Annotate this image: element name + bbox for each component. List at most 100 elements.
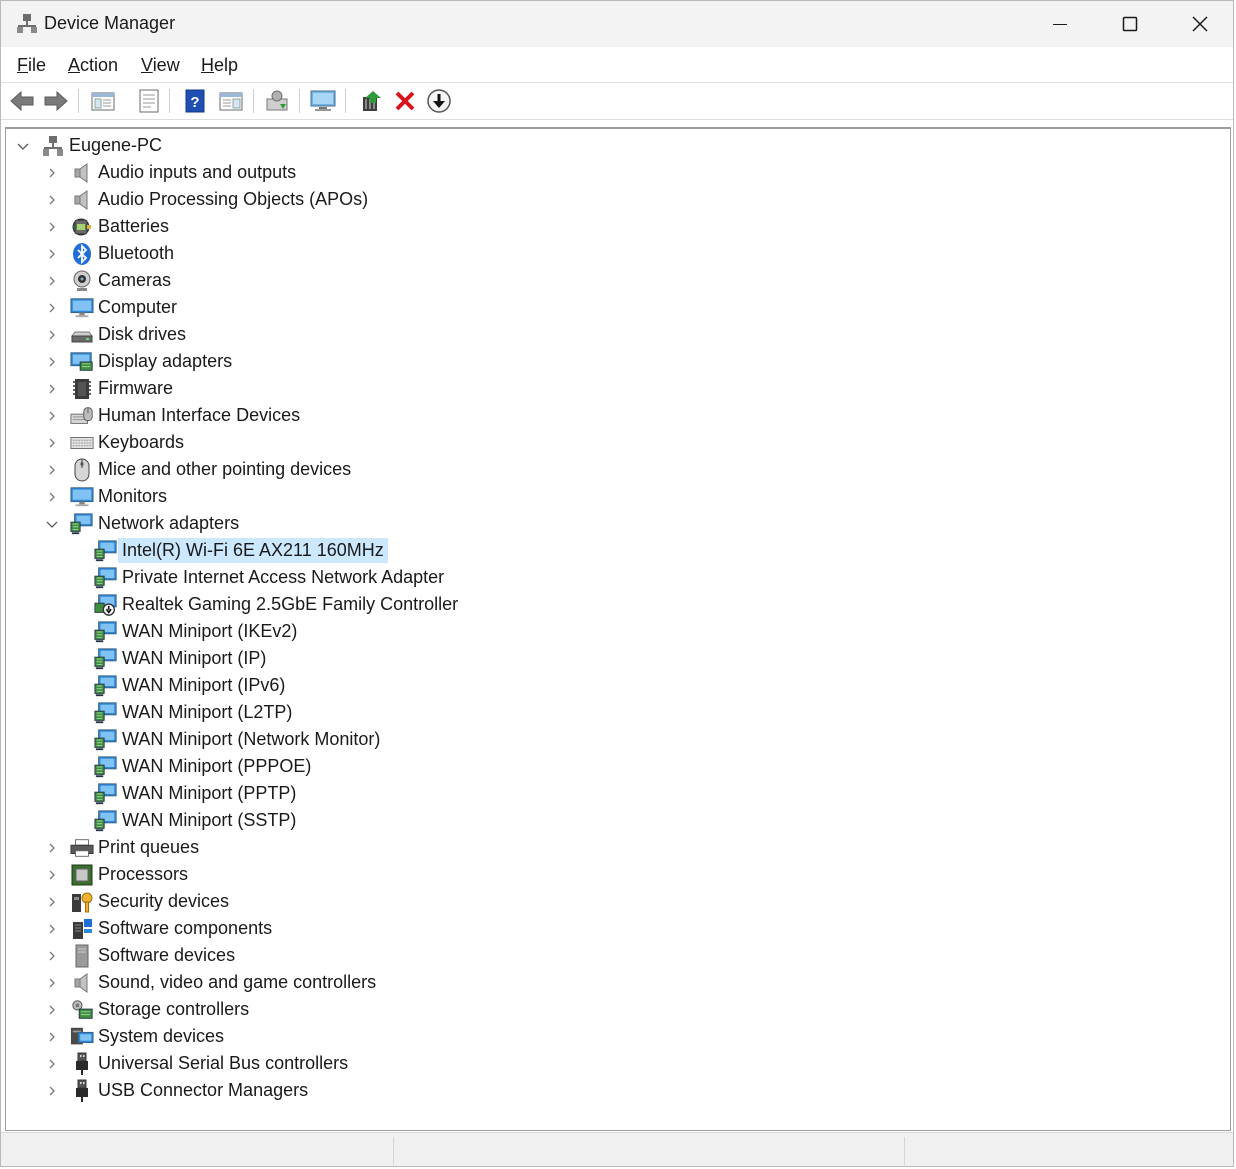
forward-button[interactable] — [42, 87, 70, 115]
show-hide-console-tree-button[interactable] — [89, 87, 117, 115]
tree-category-disk-drives[interactable]: Disk drives — [45, 321, 190, 348]
chevron-right-icon — [49, 492, 55, 501]
tree-category-display-adapters[interactable]: Display adapters — [45, 348, 236, 375]
scan-hardware-changes-button[interactable] — [263, 87, 291, 115]
tree-category-print-queues[interactable]: Print queues — [45, 834, 203, 861]
tree-device-item[interactable]: WAN Miniport (IPv6) — [94, 672, 289, 699]
tree-category-universal-serial-bus-controllers[interactable]: Universal Serial Bus controllers — [45, 1050, 352, 1077]
expand-toggle[interactable] — [45, 949, 59, 963]
expand-toggle[interactable] — [45, 247, 59, 261]
tree-category-storage-controllers[interactable]: Storage controllers — [45, 996, 253, 1023]
expand-toggle[interactable] — [45, 490, 59, 504]
tree-category-audio-inputs-and-outputs[interactable]: Audio inputs and outputs — [45, 159, 300, 186]
tree-device-item[interactable]: WAN Miniport (SSTP) — [94, 807, 300, 834]
tree-category-software-components[interactable]: Software components — [45, 915, 276, 942]
tree-category-audio-processing-objects-apos[interactable]: Audio Processing Objects (APOs) — [45, 186, 372, 213]
maximize-button[interactable] — [1095, 1, 1165, 47]
collapse-toggle[interactable] — [16, 139, 30, 153]
chevron-right-icon — [49, 897, 55, 906]
chevron-right-icon — [49, 978, 55, 987]
tree-category-firmware[interactable]: Firmware — [45, 375, 177, 402]
tree-device-item[interactable]: WAN Miniport (PPTP) — [94, 780, 300, 807]
expand-toggle[interactable] — [45, 274, 59, 288]
menu-view[interactable]: View — [141, 55, 180, 76]
tree-category-usb-connector-managers[interactable]: USB Connector Managers — [45, 1077, 312, 1104]
tree-category-processors[interactable]: Processors — [45, 861, 192, 888]
tree-category-security-devices[interactable]: Security devices — [45, 888, 233, 915]
expand-toggle[interactable] — [45, 895, 59, 909]
tree-category-network-adapters[interactable]: Network adapters — [45, 510, 243, 537]
tree-device-item[interactable]: Private Internet Access Network Adapter — [94, 564, 448, 591]
monitor-button[interactable] — [309, 87, 337, 115]
expand-toggle[interactable] — [45, 382, 59, 396]
expand-toggle[interactable] — [45, 166, 59, 180]
tree-category-computer[interactable]: Computer — [45, 294, 181, 321]
collapse-toggle[interactable] — [45, 517, 59, 531]
device-tree-pane[interactable]: Eugene-PC Audio inputs and outputs Audio P… — [5, 127, 1231, 1131]
properties-button[interactable] — [135, 87, 163, 115]
chevron-right-icon — [49, 357, 55, 366]
tree-device-item[interactable]: WAN Miniport (IKEv2) — [94, 618, 301, 645]
tree-category-bluetooth[interactable]: Bluetooth — [45, 240, 178, 267]
update-driver-button[interactable] — [357, 87, 385, 115]
expand-toggle[interactable] — [45, 841, 59, 855]
tree-item-label: Human Interface Devices — [98, 405, 301, 425]
expand-toggle[interactable] — [45, 193, 59, 207]
network-adapter-icon — [70, 512, 94, 536]
expand-toggle[interactable] — [45, 436, 59, 450]
tree-category-human-interface-devices[interactable]: Human Interface Devices — [45, 402, 304, 429]
title-bar[interactable]: Device Manager — [1, 1, 1233, 47]
close-button[interactable] — [1165, 1, 1233, 47]
expand-toggle[interactable] — [45, 1084, 59, 1098]
expand-toggle[interactable] — [45, 328, 59, 342]
tree-device-item[interactable]: WAN Miniport (PPPOE) — [94, 753, 315, 780]
toolbar-separator — [169, 89, 170, 113]
software-component-icon — [70, 917, 94, 941]
tree-category-monitors[interactable]: Monitors — [45, 483, 171, 510]
tree-item-label: Storage controllers — [98, 999, 250, 1019]
expand-toggle[interactable] — [45, 868, 59, 882]
expand-toggle[interactable] — [45, 355, 59, 369]
action-pane-button[interactable] — [217, 87, 245, 115]
uninstall-device-button[interactable] — [391, 87, 419, 115]
expand-toggle[interactable] — [45, 1030, 59, 1044]
disable-device-button[interactable] — [425, 87, 453, 115]
tree-item-label: Private Internet Access Network Adapter — [122, 567, 445, 587]
expand-toggle[interactable] — [45, 463, 59, 477]
processor-icon — [70, 863, 94, 887]
tree-category-mice-and-other-pointing-devices[interactable]: Mice and other pointing devices — [45, 456, 355, 483]
update-driver-icon — [363, 91, 381, 111]
expand-toggle[interactable] — [45, 1057, 59, 1071]
menu-file[interactable]: File — [17, 55, 46, 76]
device-manager-window: Device Manager File Action View Help ? E… — [0, 0, 1234, 1167]
expand-toggle[interactable] — [45, 409, 59, 423]
tree-item-label: Security devices — [98, 891, 230, 911]
tree-device-item[interactable]: Intel(R) Wi-Fi 6E AX211 160MHz — [94, 537, 388, 564]
tree-device-item[interactable]: WAN Miniport (L2TP) — [94, 699, 296, 726]
arrow-left-icon — [10, 90, 34, 112]
expand-toggle[interactable] — [45, 220, 59, 234]
tree-device-item[interactable]: WAN Miniport (IP) — [94, 645, 270, 672]
tree-category-cameras[interactable]: Cameras — [45, 267, 175, 294]
window-title: Device Manager — [44, 13, 176, 33]
tree-category-batteries[interactable]: Batteries — [45, 213, 173, 240]
expand-toggle[interactable] — [45, 976, 59, 990]
scan-hardware-icon — [266, 90, 288, 111]
tree-root-computer[interactable]: Eugene-PC — [16, 132, 166, 159]
expand-toggle[interactable] — [45, 301, 59, 315]
menu-action[interactable]: Action — [68, 55, 118, 76]
back-button[interactable] — [8, 87, 36, 115]
tree-category-system-devices[interactable]: System devices — [45, 1023, 228, 1050]
minimize-button[interactable] — [1025, 1, 1095, 47]
menu-help[interactable]: Help — [201, 55, 238, 76]
expand-toggle[interactable] — [45, 922, 59, 936]
tree-device-item[interactable]: Realtek Gaming 2.5GbE Family Controller — [94, 591, 462, 618]
tree-category-sound-video-and-game-controllers[interactable]: Sound, video and game controllers — [45, 969, 380, 996]
tree-category-software-devices[interactable]: Software devices — [45, 942, 239, 969]
down-arrow-circle-icon — [427, 89, 451, 113]
expand-toggle[interactable] — [45, 1003, 59, 1017]
tree-category-keyboards[interactable]: Keyboards — [45, 429, 188, 456]
tree-device-item[interactable]: WAN Miniport (Network Monitor) — [94, 726, 384, 753]
help-button[interactable]: ? — [181, 87, 209, 115]
disk-drive-icon — [70, 323, 94, 347]
